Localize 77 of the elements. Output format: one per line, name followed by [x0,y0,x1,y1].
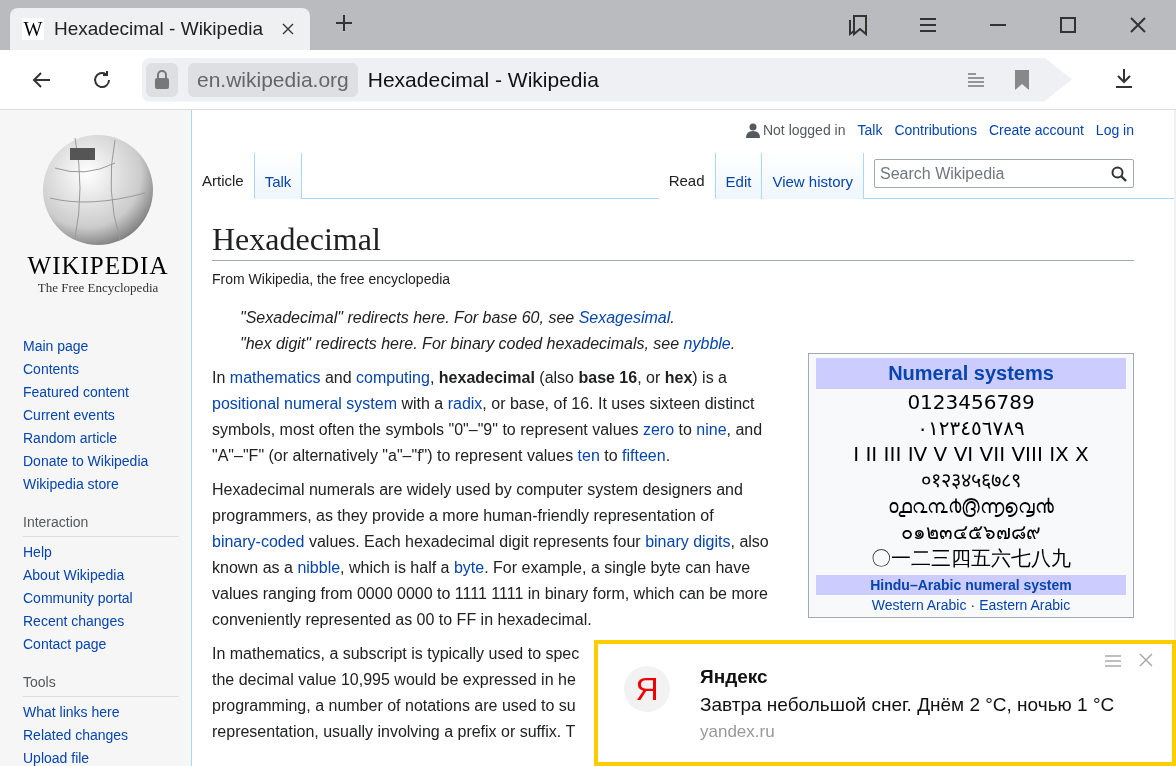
bookmark-icon[interactable] [1012,67,1032,92]
wordmark: WIKIPEDIA [27,252,169,280]
sidebar-link[interactable]: Recent changes [23,610,125,633]
sidebar-link[interactable]: Contact page [23,633,107,656]
sidebar-link[interactable]: Current events [23,404,115,427]
numeral-row-text: I II III IV V VI VII VIII IX X [852,441,1090,467]
browser-tab[interactable]: W Hexadecimal - Wikipedia [10,8,310,50]
link[interactable]: computing [356,369,430,386]
user-link[interactable]: Create account [988,122,1084,138]
user-link[interactable]: Talk [857,122,883,138]
sidebar-heading: Interaction [23,512,179,537]
infobox-link[interactable]: Eastern Arabic [979,597,1071,613]
favicon: W [22,18,44,40]
numeral-row-text: ๐๑๒๓๔๕๖๗๘๙ [900,519,1042,545]
link[interactable]: byte [453,559,485,576]
link[interactable]: ten [577,447,600,464]
numeral-row-text: ٠١٢٣٤٥٦٧٨٩ [916,415,1026,441]
sidebar-link[interactable]: Contents [23,358,80,381]
notification-text: Завтра небольшой снег. Днём 2 °C, ночью 1 °C [700,694,1115,716]
sidebar-link[interactable]: Wikipedia store [23,473,119,496]
link[interactable]: Sexagesimal [578,309,671,326]
sidebar-link[interactable]: Featured content [23,381,129,404]
infobox-subheader: Hindu–Arabic numeral system [816,575,1126,595]
link[interactable]: fifteen [622,447,666,464]
sidebar-link[interactable]: What links here [23,701,120,724]
sidebar-link[interactable]: Main page [23,335,89,358]
numeral-row-text: 0123456789 [906,389,1036,415]
hatnote: "hex digit" redirects here. For binary coded hexadecimals, see nybble. [239,334,737,354]
search-field[interactable]: Search Wikipedia [874,159,1134,188]
sidebar-link[interactable]: Community portal [23,587,133,610]
separator: · [970,597,976,613]
link[interactable]: radix [447,395,483,412]
page-tab[interactable]: Talk [254,153,303,199]
url-domain: en.wikipedia.org [188,62,358,97]
infobox-link[interactable]: Western Arabic [871,597,967,613]
paragraph: In mathematics, a subscript is typically used to spec the decimal value 10,995 would be expressed in he programming, a number of notations are used to su representation, usually involving a prefix or suffix. T [212,644,580,742]
paragraph: In mathematics and computing, hexadecimal (also base 16, or hex) is a positional numeral system with a radix, or base, of 16. It uses sixteen distinct symbols, most often the symbols "0"–"9" to represent values zero to nine, and "A"–"F" (or alternatively "a"–"f") to represent values ten to fifteen. [212,368,764,466]
lock-icon [146,62,178,97]
sidebar-link[interactable]: Related changes [23,724,129,747]
link[interactable]: nine [696,421,727,438]
sidebar-link[interactable]: Random article [23,427,118,450]
link[interactable]: zero [642,421,675,438]
infobox-title: Numeral systems [816,358,1126,389]
notification-source: yandex.ru [700,722,776,742]
address-bar[interactable]: en.wikipedia.org Hexadecimal - Wikipedia [142,57,1072,102]
login-status: Not logged in [762,122,846,138]
page-tab[interactable]: Article [192,153,255,199]
sidebar-link[interactable]: About Wikipedia [23,564,125,587]
bookmarks-icon[interactable] [846,13,870,37]
sidebar-link[interactable]: Donate to Wikipedia [23,450,149,473]
numeral-row-text: ൦൧൨൩൪൫൬൭൮൯ [887,493,1055,519]
page-tab[interactable]: Edit [715,153,763,199]
user-link[interactable]: Log in [1095,122,1134,138]
link[interactable]: positional numeral system [212,395,397,412]
hatnote: "Sexadecimal" redirects here. For base 60, see Sexagesimal. [239,308,676,328]
numeral-row-text: 〇一二三四五六七八九 [870,545,1072,571]
app-logo: Я [624,666,670,712]
page-title: Hexadecimal - Wikipedia [367,67,600,92]
notification-title: Яндекс [700,666,769,688]
link[interactable]: mathematics [229,369,321,386]
sidebar-heading: Tools [23,672,179,697]
link[interactable]: nibble [297,559,341,576]
link[interactable]: nybble [683,335,731,352]
user-icon [745,122,760,138]
page-tab[interactable]: View history [762,153,864,199]
sidebar-link[interactable]: Help [23,541,52,564]
numeral-row-text: ०१२३४५६७८९ [920,467,1022,493]
link[interactable]: binary digits [645,533,731,550]
logo-tagline: The Free Encyclopedia [37,280,159,296]
article-tagline: From Wikipedia, the free encyclopedia [212,271,452,287]
user-link[interactable]: Contributions [894,122,977,138]
page-tab[interactable]: Read [658,153,716,199]
link[interactable]: binary-coded [212,533,305,550]
article-title: Hexadecimal [212,221,1134,261]
search-icon[interactable] [1111,166,1127,182]
sidebar-link[interactable]: Upload file [23,747,90,766]
paragraph: Hexadecimal numerals are widely used by computer system designers and programmers, as they provide a more human-friendly representation of binary-coded values. Each hexadecimal digit represents four binary digits, also known as a nibble, which is half a byte. For example, a single byte can have values ranging from 0000 0000 to 1111 1111 in binary form, which can be more conveniently represented as 00 to FF in hexadecimal. [212,480,770,630]
